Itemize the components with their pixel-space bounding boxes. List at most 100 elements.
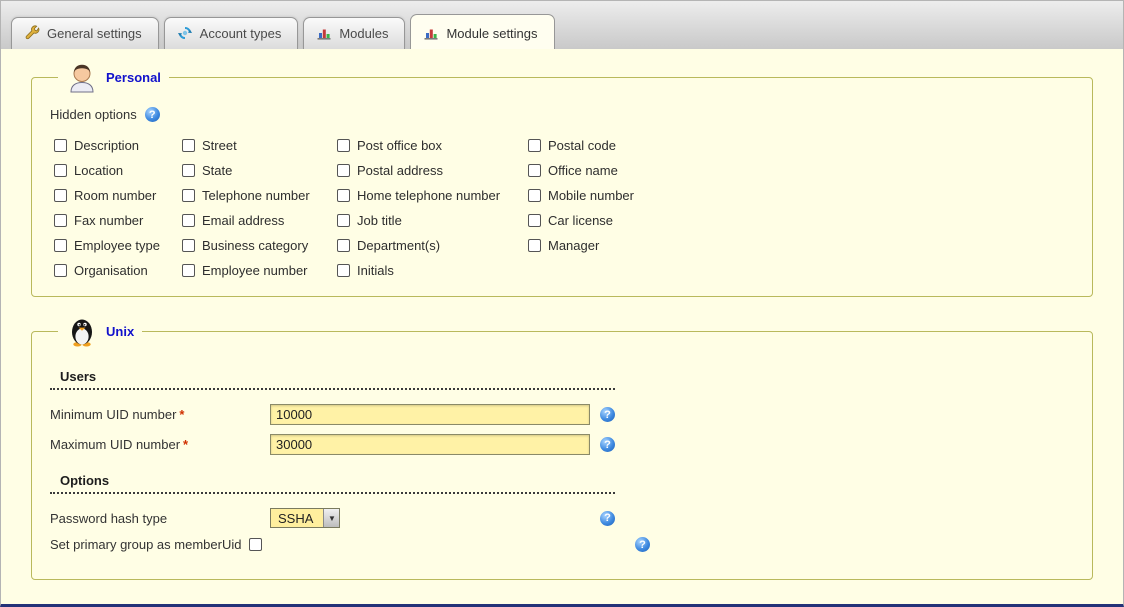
checkbox-label: Office name (548, 163, 618, 178)
checkbox[interactable] (54, 139, 67, 152)
checkbox-label: Manager (548, 238, 599, 253)
checkbox[interactable] (337, 214, 350, 227)
checkbox[interactable] (528, 164, 541, 177)
checkbox[interactable] (182, 214, 195, 227)
checkbox[interactable] (528, 214, 541, 227)
help-icon[interactable]: ? (600, 407, 615, 422)
checkbox-label: Room number (74, 188, 156, 203)
hidden-option-postal-address[interactable]: Postal address (337, 163, 528, 178)
person-icon (66, 61, 98, 93)
checkbox[interactable] (528, 139, 541, 152)
checkbox-label: State (202, 163, 232, 178)
checkbox-label: Telephone number (202, 188, 310, 203)
checkbox[interactable] (528, 239, 541, 252)
lam-settings-page: General settings Account types (0, 0, 1124, 607)
checkbox[interactable] (337, 239, 350, 252)
hidden-option-description[interactable]: Description (54, 138, 182, 153)
checkbox-label: Location (74, 163, 123, 178)
required-marker: * (183, 437, 188, 452)
min-uid-row: Minimum UID number* ? (50, 404, 650, 425)
hidden-option-state[interactable]: State (182, 163, 337, 178)
hidden-option-department-s-[interactable]: Department(s) (337, 238, 528, 253)
checkbox[interactable] (182, 189, 195, 202)
tab-bar: General settings Account types (1, 1, 1123, 49)
checkbox[interactable] (182, 139, 195, 152)
checkbox-label: Mobile number (548, 188, 634, 203)
options-section-header: Options (50, 471, 615, 494)
hidden-option-employee-number[interactable]: Employee number (182, 263, 337, 278)
hidden-option-location[interactable]: Location (54, 163, 182, 178)
max-uid-row: Maximum UID number* ? (50, 434, 650, 455)
checkbox[interactable] (528, 189, 541, 202)
max-uid-input[interactable] (270, 434, 590, 455)
tab-module-settings[interactable]: Module settings (410, 14, 554, 49)
personal-legend: Personal (58, 61, 169, 93)
bar-chart-icon (316, 25, 332, 41)
password-hash-label: Password hash type (50, 511, 270, 526)
hidden-option-manager[interactable]: Manager (528, 238, 1078, 253)
hidden-option-car-license[interactable]: Car license (528, 213, 1078, 228)
tab-account-types[interactable]: Account types (164, 17, 299, 49)
help-icon[interactable]: ? (145, 107, 160, 122)
hidden-option-employee-type[interactable]: Employee type (54, 238, 182, 253)
checkbox-label: Organisation (74, 263, 148, 278)
content-area: Personal Hidden options ? Description Str… (1, 49, 1123, 580)
member-uid-checkbox[interactable] (249, 538, 262, 551)
password-hash-select[interactable]: SSHA ▼ (270, 508, 340, 528)
personal-panel-title: Personal (106, 70, 161, 85)
hidden-option-post-office-box[interactable]: Post office box (337, 138, 528, 153)
checkbox[interactable] (54, 189, 67, 202)
member-uid-row: Set primary group as memberUid ? (50, 537, 650, 552)
checkbox-label: Description (74, 138, 139, 153)
required-marker: * (179, 407, 184, 422)
wrench-icon (24, 25, 40, 41)
hidden-options-row: Hidden options ? (50, 107, 1078, 122)
password-hash-selected-value: SSHA (271, 509, 323, 527)
hidden-option-street[interactable]: Street (182, 138, 337, 153)
member-uid-label: Set primary group as memberUid (50, 537, 241, 552)
checkbox-label: Email address (202, 213, 284, 228)
checkbox[interactable] (337, 139, 350, 152)
personal-panel: Personal Hidden options ? Description Str… (31, 61, 1093, 297)
hidden-option-fax-number[interactable]: Fax number (54, 213, 182, 228)
hidden-option-job-title[interactable]: Job title (337, 213, 528, 228)
tab-modules[interactable]: Modules (303, 17, 405, 49)
hidden-option-telephone-number[interactable]: Telephone number (182, 188, 337, 203)
tab-general-settings[interactable]: General settings (11, 17, 159, 49)
checkbox[interactable] (337, 264, 350, 277)
tab-label: Modules (339, 26, 388, 41)
hidden-option-mobile-number[interactable]: Mobile number (528, 188, 1078, 203)
hidden-option-organisation[interactable]: Organisation (54, 263, 182, 278)
hidden-option-postal-code[interactable]: Postal code (528, 138, 1078, 153)
tux-penguin-icon (66, 315, 98, 347)
help-icon[interactable]: ? (635, 537, 650, 552)
checkbox-label: Post office box (357, 138, 442, 153)
checkbox[interactable] (54, 264, 67, 277)
help-icon[interactable]: ? (600, 511, 615, 526)
max-uid-label: Maximum UID number* (50, 437, 270, 452)
tab-label: Module settings (446, 26, 537, 41)
checkbox-label: Postal code (548, 138, 616, 153)
hidden-options-label: Hidden options (50, 107, 137, 122)
checkbox[interactable] (182, 239, 195, 252)
min-uid-input[interactable] (270, 404, 590, 425)
hidden-option-initials[interactable]: Initials (337, 263, 528, 278)
hidden-option-email-address[interactable]: Email address (182, 213, 337, 228)
checkbox[interactable] (54, 164, 67, 177)
checkbox[interactable] (182, 264, 195, 277)
checkbox[interactable] (54, 214, 67, 227)
hidden-option-business-category[interactable]: Business category (182, 238, 337, 253)
checkbox[interactable] (182, 164, 195, 177)
checkbox-label: Car license (548, 213, 613, 228)
hidden-option-room-number[interactable]: Room number (54, 188, 182, 203)
checkbox[interactable] (54, 239, 67, 252)
checkbox[interactable] (337, 189, 350, 202)
checkbox-label: Initials (357, 263, 394, 278)
hidden-option-home-telephone-number[interactable]: Home telephone number (337, 188, 528, 203)
min-uid-label: Minimum UID number* (50, 407, 270, 422)
checkbox[interactable] (337, 164, 350, 177)
tab-label: Account types (200, 26, 282, 41)
hidden-option-office-name[interactable]: Office name (528, 163, 1078, 178)
help-icon[interactable]: ? (600, 437, 615, 452)
checkbox-label: Business category (202, 238, 308, 253)
